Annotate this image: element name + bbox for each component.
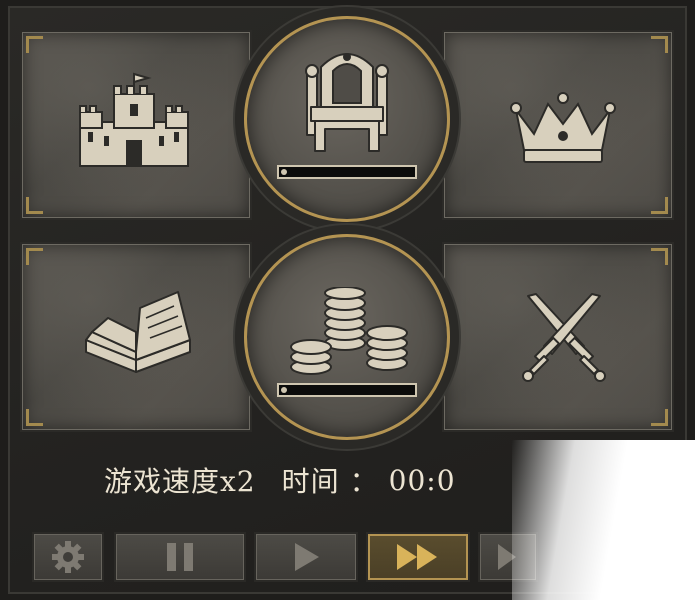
time-value: 00:0 <box>388 463 456 497</box>
corner-ornament <box>651 197 668 214</box>
throne-progress-bar <box>277 165 417 179</box>
corner-ornament <box>651 248 668 265</box>
settings-button[interactable] <box>32 532 104 582</box>
time-separator: ： <box>349 465 379 498</box>
book-icon <box>85 291 191 373</box>
play-button[interactable] <box>254 532 358 582</box>
throne-medallion[interactable] <box>244 16 450 222</box>
screen-glare-overlay <box>512 440 695 600</box>
castle-panel[interactable] <box>20 30 252 220</box>
coins-icon <box>290 287 408 375</box>
treasury-medallion[interactable] <box>244 234 450 440</box>
treasury-progress-bar <box>277 383 417 397</box>
fast-forward-button[interactable] <box>366 532 470 582</box>
gear-icon <box>52 541 84 573</box>
play-icon <box>295 543 319 571</box>
throne-icon <box>305 53 389 152</box>
corner-ornament <box>26 36 43 53</box>
game-speed-label: 游戏速度x2 <box>104 465 256 498</box>
pause-button[interactable] <box>114 532 246 582</box>
fast-forward-icon <box>397 544 437 570</box>
military-panel[interactable] <box>442 242 674 432</box>
corner-ornament <box>26 409 43 426</box>
crossed-swords-icon <box>522 293 606 382</box>
game-status-line: 游戏速度x2 时间 ： 00:0 <box>104 458 466 502</box>
throne-progress-fill <box>281 169 287 175</box>
corner-ornament <box>651 409 668 426</box>
pause-icon <box>167 543 193 571</box>
corner-ornament <box>26 248 43 265</box>
crown-panel[interactable] <box>442 30 674 220</box>
corner-ornament <box>26 197 43 214</box>
corner-ornament <box>651 36 668 53</box>
treasury-progress-fill <box>281 387 287 393</box>
castle-icon <box>79 72 189 167</box>
book-panel[interactable] <box>20 242 252 432</box>
time-label: 时间 <box>281 465 340 498</box>
crown-icon <box>510 92 616 163</box>
